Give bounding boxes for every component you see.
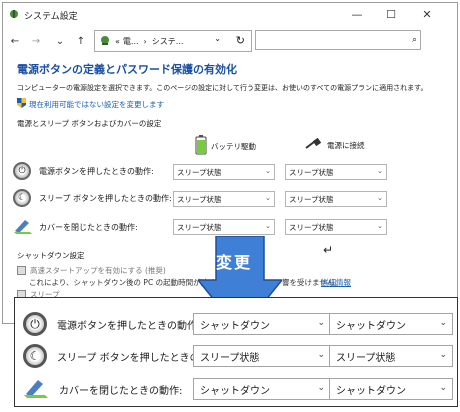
search-input[interactable]: ⌕ bbox=[255, 30, 421, 50]
unavailable-link-label[interactable]: 現在利用可能ではない設定を変更します bbox=[29, 99, 164, 110]
chevron-down-icon: ⌄ bbox=[439, 318, 447, 328]
select-value: スリープ状態 bbox=[177, 222, 222, 232]
zoom-lid-close-plugged-select[interactable]: シャットダウン ⌄ bbox=[329, 378, 453, 400]
return-icon: ↵ bbox=[323, 243, 334, 257]
col-battery-label: バッテリ駆動 bbox=[211, 141, 256, 151]
zoom-power-button-row: ⏻ 電源ボタンを押したときの動作: bbox=[23, 312, 200, 336]
select-value: スリープ状態 bbox=[336, 352, 396, 364]
fast-startup-checkbox[interactable] bbox=[17, 266, 26, 275]
sleep-button-battery-select[interactable]: スリープ状態 ⌄ bbox=[173, 191, 275, 207]
zoom-sleep-button-plugged-select[interactable]: スリープ状態 ⌄ bbox=[329, 345, 453, 367]
select-value: スリープ状態 bbox=[177, 194, 222, 204]
chevron-down-icon: ⌄ bbox=[317, 318, 325, 328]
address-bar[interactable]: « 電... › システ... ⌄ ↻ bbox=[94, 30, 252, 52]
chevron-down-icon[interactable]: ⌄ bbox=[51, 36, 69, 47]
fast-startup-description: これにより、シャットダウン後の PC の起動時間が速く bbox=[29, 278, 216, 287]
row-label: カバーを閉じたときの動作: bbox=[59, 386, 183, 397]
chevron-down-icon: ⌄ bbox=[377, 222, 383, 230]
chevron-down-icon: ⌄ bbox=[265, 194, 271, 202]
row-label: 電源ボタンを押したときの動作: bbox=[57, 320, 201, 332]
breadcrumb-item[interactable]: 電... bbox=[123, 36, 139, 47]
zoom-power-button-plugged-select[interactable]: シャットダウン ⌄ bbox=[329, 313, 453, 335]
settings-app-icon bbox=[8, 8, 20, 23]
power-button-plugged-select[interactable]: スリープ状態 ⌄ bbox=[285, 164, 387, 180]
select-value: スリープ状態 bbox=[289, 222, 334, 232]
select-value: スリープ状態 bbox=[289, 194, 334, 204]
select-value: シャットダウン bbox=[200, 385, 270, 397]
plug-icon bbox=[305, 137, 323, 152]
select-value: スリープ状態 bbox=[289, 167, 334, 177]
close-button[interactable]: ✕ bbox=[413, 3, 441, 25]
detail-link[interactable]: 詳細情報 bbox=[321, 277, 351, 288]
window-title: システム設定 bbox=[24, 11, 78, 22]
sleep-icon: ☾ bbox=[23, 344, 47, 368]
fast-startup-option[interactable]: 高速スタートアップを有効にする (推奨) bbox=[17, 265, 166, 276]
battery-icon bbox=[195, 135, 207, 157]
row-label: 電源ボタンを押したときの動作: bbox=[39, 166, 154, 176]
chevron-down-icon: ⌄ bbox=[317, 383, 325, 393]
power-button-battery-select[interactable]: スリープ状態 ⌄ bbox=[173, 164, 275, 180]
select-value: シャットダウン bbox=[336, 385, 406, 397]
power-icon: ⏻ bbox=[23, 312, 47, 336]
lid-close-battery-select[interactable]: スリープ状態 ⌄ bbox=[173, 219, 275, 235]
col-battery-header: バッテリ駆動 bbox=[195, 135, 256, 157]
sleep-button-plugged-select[interactable]: スリープ状態 ⌄ bbox=[285, 191, 387, 207]
zoomed-settings-panel: ⏻ 電源ボタンを押したときの動作: シャットダウン ⌄ シャットダウン ⌄ ☾ スリ… bbox=[14, 297, 458, 407]
back-button[interactable]: ← bbox=[6, 36, 24, 47]
control-panel-icon bbox=[99, 34, 111, 48]
address-dropdown-icon[interactable]: ⌄ bbox=[214, 34, 221, 43]
section-shutdown-heading: シャットダウン設定 bbox=[17, 251, 85, 260]
chevron-down-icon: ⌄ bbox=[317, 350, 325, 360]
chevron-down-icon: ⌄ bbox=[439, 350, 447, 360]
col-plugged-header: 電源に接続 bbox=[305, 137, 365, 152]
zoom-lid-close-row: カバーを閉じたときの動作: bbox=[23, 377, 182, 402]
power-button-row: ⏻ 電源ボタンを押したときの動作: bbox=[13, 162, 154, 180]
forward-button[interactable]: → bbox=[27, 36, 45, 47]
lid-close-plugged-select[interactable]: スリープ状態 ⌄ bbox=[285, 219, 387, 235]
zoom-lid-close-battery-select[interactable]: シャットダウン ⌄ bbox=[193, 378, 331, 400]
refresh-icon[interactable]: ↻ bbox=[236, 34, 245, 47]
breadcrumb-overflow[interactable]: « bbox=[115, 37, 120, 46]
row-label: カバーを閉じたときの動作: bbox=[39, 222, 138, 232]
lid-close-row: カバーを閉じたときの動作: bbox=[13, 217, 138, 237]
sleep-icon: ☾ bbox=[13, 189, 31, 207]
select-value: スリープ状態 bbox=[177, 167, 222, 177]
maximize-button[interactable]: ☐ bbox=[377, 3, 405, 25]
up-button[interactable]: ↑ bbox=[72, 36, 90, 47]
laptop-cover-icon bbox=[13, 217, 33, 237]
page-title: 電源ボタンの定義とパスワード保護の有効化 bbox=[17, 63, 237, 76]
fast-startup-label: 高速スタートアップを有効にする (推奨) bbox=[30, 266, 166, 275]
select-value: シャットダウン bbox=[336, 320, 406, 332]
shield-icon bbox=[17, 98, 26, 110]
unavailable-settings-link[interactable]: 現在利用可能ではない設定を変更します bbox=[17, 98, 457, 110]
select-value: シャットダウン bbox=[200, 320, 270, 332]
chevron-down-icon: ⌄ bbox=[265, 222, 271, 230]
power-icon: ⏻ bbox=[13, 162, 31, 180]
minimize-button[interactable]: — bbox=[343, 3, 371, 25]
chevron-down-icon: ⌄ bbox=[265, 167, 271, 175]
breadcrumb-item[interactable]: システ... bbox=[152, 36, 184, 47]
search-icon[interactable]: ⌕ bbox=[412, 35, 417, 45]
row-label: スリープ ボタンを押したときの動作: bbox=[39, 193, 172, 203]
chevron-down-icon: ⌄ bbox=[377, 167, 383, 175]
change-label: 変更 bbox=[216, 253, 253, 272]
zoom-power-button-battery-select[interactable]: シャットダウン ⌄ bbox=[193, 313, 331, 335]
laptop-cover-icon bbox=[23, 377, 49, 402]
chevron-down-icon: ⌄ bbox=[377, 194, 383, 202]
select-value: スリープ状態 bbox=[200, 352, 260, 364]
zoom-sleep-button-battery-select[interactable]: スリープ状態 ⌄ bbox=[193, 345, 331, 367]
sleep-button-row: ☾ スリープ ボタンを押したときの動作: bbox=[13, 189, 172, 207]
chevron-down-icon: ⌄ bbox=[439, 383, 447, 393]
main-content: 電源ボタンの定義とパスワード保護の有効化 コンピューターの電源設定を選択できます… bbox=[17, 61, 457, 129]
breadcrumb-separator: › bbox=[143, 36, 147, 46]
page-description: コンピューターの電源設定を選択できます。このページの設定に対して行う変更は、お使… bbox=[17, 84, 428, 92]
section-power-heading: 電源とスリープ ボタンおよびカバーの設定 bbox=[17, 119, 162, 128]
col-plugged-label: 電源に接続 bbox=[327, 140, 365, 150]
